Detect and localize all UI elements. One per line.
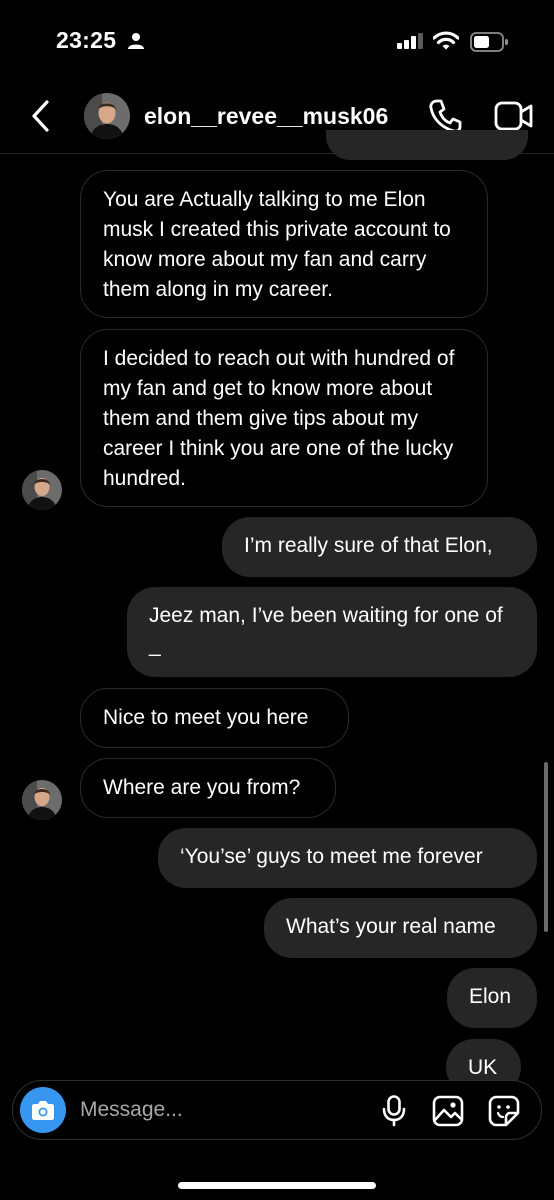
sender-avatar[interactable] <box>22 470 62 510</box>
scrollbar[interactable] <box>544 762 548 932</box>
status-bar: 23:25 <box>0 0 554 84</box>
message-text: I’m really sure of that Elon, <box>244 534 493 557</box>
sender-avatar[interactable] <box>22 780 62 820</box>
home-indicator[interactable] <box>178 1182 376 1189</box>
camera-icon <box>32 1101 54 1120</box>
message-composer[interactable]: Message... <box>12 1080 542 1140</box>
phone-call-icon[interactable] <box>428 98 462 134</box>
message-text: Jeez man, I’ve been waiting for one of _ <box>149 604 503 657</box>
cellular-signal-icon <box>397 33 423 49</box>
message-bubble-incoming[interactable]: Nice to meet you here <box>80 688 349 748</box>
message-bubble-incoming[interactable]: Where are you from? <box>80 758 336 818</box>
message-text: You are Actually talking to me Elon musk… <box>103 188 451 301</box>
sticker-icon[interactable] <box>488 1095 520 1127</box>
message-text: Where are you from? <box>103 776 301 799</box>
camera-button[interactable] <box>20 1087 66 1133</box>
contact-username[interactable]: elon__revee__musk06 <box>144 103 388 130</box>
contact-avatar[interactable] <box>84 93 130 139</box>
microphone-icon[interactable] <box>381 1095 407 1127</box>
message-text: What’s your real name <box>286 915 496 938</box>
battery-icon <box>470 32 508 52</box>
message-bubble-outgoing[interactable]: What’s your real name <box>264 898 537 958</box>
gallery-icon[interactable] <box>432 1095 464 1127</box>
message-bubble-incoming[interactable]: You are Actually talking to me Elon musk… <box>80 170 488 318</box>
message-bubble-incoming[interactable]: I decided to reach out with hundred of m… <box>80 329 488 507</box>
status-time: 23:25 <box>56 27 117 53</box>
message-text: I decided to reach out with hundred of m… <box>103 347 455 490</box>
back-chevron-icon[interactable] <box>30 98 52 134</box>
message-text: Elon <box>469 985 512 1008</box>
person-icon <box>128 33 144 49</box>
message-bubble-outgoing[interactable]: Jeez man, I’ve been waiting for one of _ <box>127 587 537 677</box>
message-text: Nice to meet you here <box>103 706 309 729</box>
message-bubble-outgoing[interactable]: I’m really sure of that Elon, <box>222 517 537 577</box>
message-bubble-outgoing[interactable]: Elon <box>447 968 537 1028</box>
video-call-icon[interactable] <box>494 100 534 132</box>
message-text: ‘You’se’ guys to meet me forever <box>180 845 483 868</box>
message-bubble-partial <box>326 130 528 160</box>
message-text: UK <box>468 1056 498 1079</box>
wifi-icon <box>433 31 459 50</box>
message-input[interactable]: Message... <box>80 1098 183 1122</box>
message-bubble-outgoing[interactable]: ‘You’se’ guys to meet me forever <box>158 828 537 888</box>
